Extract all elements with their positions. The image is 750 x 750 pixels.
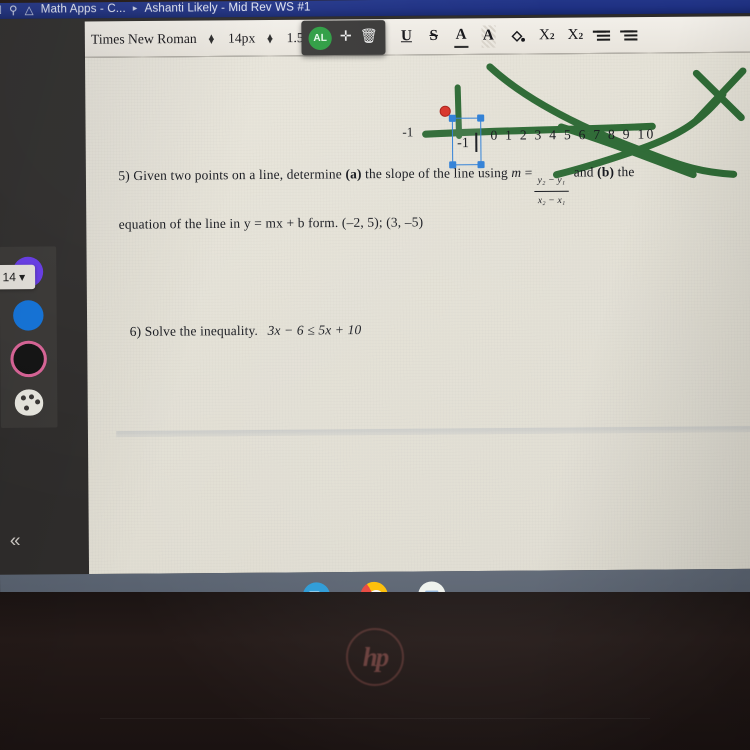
laptop-photo: ☐ ⚲ △ Math Apps - C... ▸ Ashanti Likely … xyxy=(0,0,750,750)
fraction-numerator: y₂ − y₁ xyxy=(537,175,566,186)
fraction-denominator: x₂ − x₁ xyxy=(534,190,569,211)
browser-tab-title[interactable]: Math Apps - C... xyxy=(41,2,126,15)
document-title[interactable]: Ashanti Likely - Mid Rev WS #1 xyxy=(144,1,310,14)
document-page[interactable]: -1 0 1 2 3 4 5 6 7 8 9 10 -1 5) Given tw… xyxy=(85,52,750,575)
textbox-value: -1 xyxy=(457,135,469,152)
question-5-label-a: (a) xyxy=(345,166,362,182)
stepper-icon[interactable]: ▲ ▼ xyxy=(207,31,216,45)
question-5-text-b: the slope of the line using xyxy=(361,164,512,182)
drive-icon[interactable]: △ xyxy=(25,2,34,16)
collaborator-tag[interactable]: AL ✛ 🗑 xyxy=(301,20,386,56)
fill-color-icon[interactable] xyxy=(509,25,526,47)
resize-handle-top-right[interactable] xyxy=(477,114,485,122)
numbered-list-icon[interactable] xyxy=(624,24,638,46)
underline-icon[interactable]: U xyxy=(399,26,413,48)
number-line-left-label: -1 xyxy=(402,124,414,140)
rotate-handle[interactable] xyxy=(439,105,451,117)
chevron-down-icon: ▾ xyxy=(19,269,26,285)
font-family-selector[interactable]: Times New Roman ▲ ▼ xyxy=(85,23,222,54)
font-family-value: Times New Roman xyxy=(90,30,197,47)
question-5-text-d: the xyxy=(613,163,635,180)
question-5[interactable]: 5) Given two points on a line, determine… xyxy=(118,158,736,238)
superscript-icon[interactable]: X2 xyxy=(568,24,584,46)
question-5-number: 5) xyxy=(118,167,130,184)
swatch-blue[interactable] xyxy=(13,300,44,331)
formatting-toolbar: Times New Roman ▲▼ 14px ▲▼ 1.5pt U S A A xyxy=(84,16,750,58)
selected-textbox[interactable]: -1 xyxy=(439,105,485,169)
laptop-bezel: hp xyxy=(0,592,750,750)
question-6-number: 6) xyxy=(129,323,142,339)
laptop-screen: ☐ ⚲ △ Math Apps - C... ▸ Ashanti Likely … xyxy=(0,0,750,607)
question-5-text-c: and xyxy=(570,164,598,180)
bulleted-list-icon[interactable] xyxy=(596,24,611,46)
subscript-icon[interactable]: X2 xyxy=(539,24,555,46)
hp-logo: hp xyxy=(346,628,404,686)
question-5-line-2: equation of the line in y = mx + b form.… xyxy=(118,214,424,232)
number-line-ticks: 0 1 2 3 4 5 6 7 8 9 10 xyxy=(490,126,656,143)
avatar[interactable]: AL xyxy=(308,26,332,50)
question-5-equals: = xyxy=(524,164,533,180)
font-size-value: 14px xyxy=(227,29,256,46)
brush-size-selector[interactable]: 14 ▾ xyxy=(0,264,36,290)
swatch-black[interactable] xyxy=(13,343,44,375)
text-caret xyxy=(475,132,478,153)
question-6-prompt: Solve the inequality. xyxy=(144,322,259,339)
bezel-seam xyxy=(100,718,650,719)
question-6-expression: 3x − 6 ≤ 5x + 10 xyxy=(267,321,362,338)
move-icon[interactable]: ✛ xyxy=(340,30,352,45)
editor-app: 14 ▾ « Times New Roman ▲ ▼ 14px ▲ ▼ U S … xyxy=(0,13,750,607)
highlight-color-icon[interactable]: A xyxy=(481,24,496,48)
trash-icon[interactable]: 🗑 xyxy=(360,29,378,44)
window-icon[interactable]: ☐ xyxy=(0,2,2,16)
page-divider xyxy=(116,426,750,438)
question-5-label-b: (b) xyxy=(597,164,615,180)
resize-handle-top-left[interactable] xyxy=(448,114,456,122)
question-5-variable-m: m xyxy=(511,164,522,181)
stepper-icon[interactable]: ▲ ▼ xyxy=(265,31,274,45)
strikethrough-icon[interactable]: S xyxy=(427,25,441,47)
search-icon[interactable]: ⚲ xyxy=(9,2,18,16)
question-6[interactable]: 6) Solve the inequality. 3x − 6 ≤ 5x + 1… xyxy=(130,317,362,345)
breadcrumb-separator-icon: ▸ xyxy=(132,2,138,14)
palette-icon[interactable] xyxy=(14,389,44,416)
tool-sidebar: 14 ▾ « xyxy=(0,18,90,607)
question-5-text-a: Given two points on a line, determine xyxy=(133,166,346,184)
collapse-sidebar-icon[interactable]: « xyxy=(10,530,21,552)
brush-size-value: 14 xyxy=(2,269,17,285)
font-size-selector[interactable]: 14px ▲ ▼ xyxy=(222,23,281,54)
text-color-icon[interactable]: A xyxy=(453,25,469,48)
slope-fraction: y₂ − y₁ x₂ − x₁ xyxy=(534,172,569,211)
